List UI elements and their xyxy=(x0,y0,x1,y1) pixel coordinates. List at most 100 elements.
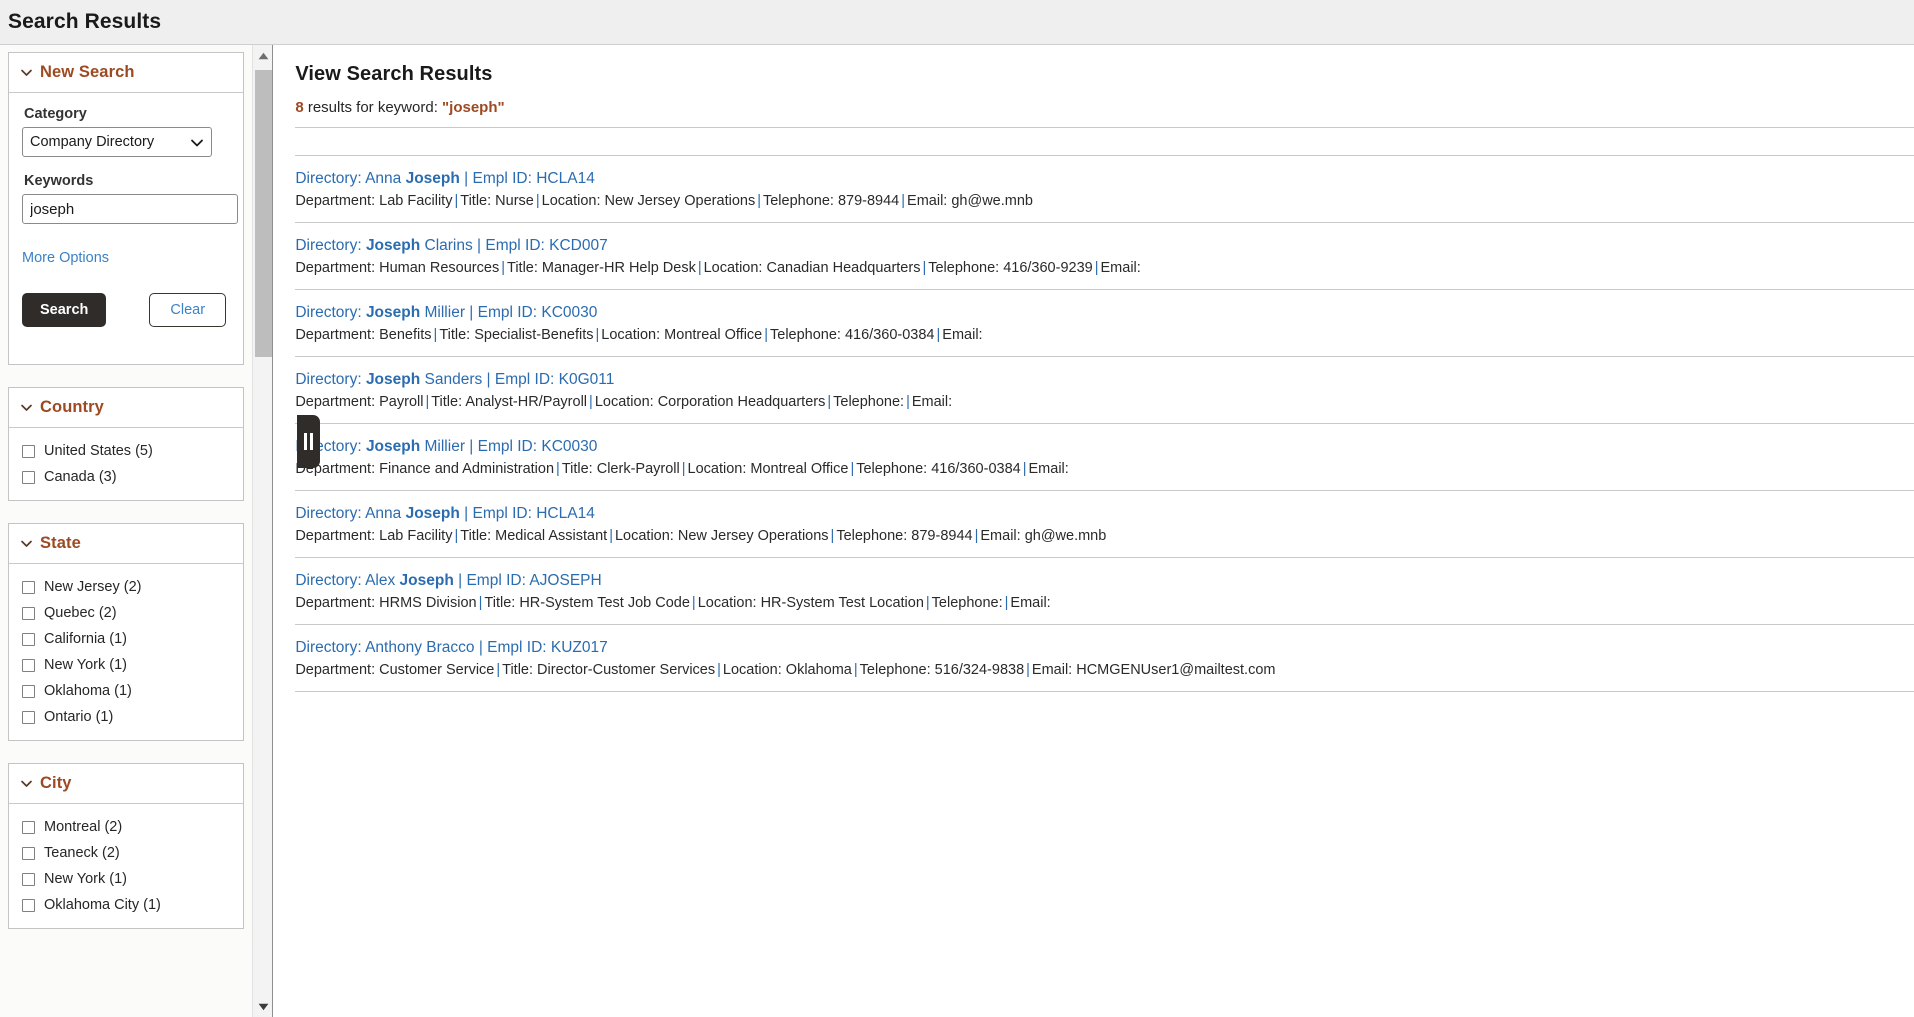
result-meta-field: Location: Montreal Office xyxy=(687,461,849,477)
result-meta: Department: Lab Facility | Title: Medical … xyxy=(295,528,1914,544)
result-prefix: Directory: xyxy=(295,237,366,254)
result-meta-field: Telephone: 416/360-0384 xyxy=(856,461,1021,477)
result-title-link[interactable]: Directory: Anna Joseph | Empl ID: HCLA14 xyxy=(295,170,1914,188)
sidebar-scrollbar[interactable] xyxy=(252,45,274,1017)
facet-option[interactable]: New York (1) xyxy=(22,652,230,678)
keywords-label: Keywords xyxy=(24,173,94,189)
keyword-match: Joseph xyxy=(405,170,460,187)
facet-option[interactable]: Oklahoma (1) xyxy=(22,678,230,704)
window-titlebar: Search Results xyxy=(0,0,1914,45)
new-search-header[interactable]: New Search xyxy=(9,53,244,93)
page-title: Search Results xyxy=(8,10,162,33)
chevron-down-icon xyxy=(20,66,33,79)
result-title-link[interactable]: Directory: Joseph Sanders | Empl ID: K0G… xyxy=(295,371,1914,389)
result-meta-field: Department: Lab Facility xyxy=(295,528,453,544)
keywords-input[interactable] xyxy=(22,194,238,224)
result-meta: Department: Lab Facility | Title: Nurse | Lo… xyxy=(295,193,1914,209)
result-emplid-label: | Empl ID: xyxy=(474,639,551,656)
facet-title: City xyxy=(40,774,72,792)
result-meta-field: Location: Oklahoma xyxy=(722,662,852,678)
result-row: Directory: Joseph Millier | Empl ID: KC0… xyxy=(295,290,1914,357)
result-meta: Department: Customer Service | Title: Dire… xyxy=(295,662,1914,678)
result-title-link[interactable]: Directory: Anthony Bracco | Empl ID: KUZ… xyxy=(295,639,1914,657)
result-meta-field: Title: Specialist-Benefits xyxy=(439,327,594,343)
facet-option[interactable]: Montreal (2) xyxy=(22,814,230,840)
result-meta-field: Title: Manager-HR Help Desk xyxy=(507,260,696,276)
result-row: Directory: Anthony Bracco | Empl ID: KUZ… xyxy=(295,625,1914,692)
result-emplid-label: | Empl ID: xyxy=(464,438,542,455)
facet-option[interactable]: Quebec (2) xyxy=(22,600,230,626)
facet-option[interactable]: California (1) xyxy=(22,626,230,652)
facet-header-country[interactable]: Country xyxy=(9,388,244,428)
more-options-link[interactable]: More Options xyxy=(22,250,109,266)
facet-option[interactable]: Oklahoma City (1) xyxy=(22,892,230,918)
facet-sidebar: New Search Category Company Directory Ke… xyxy=(0,45,253,1017)
keyword-match: Joseph xyxy=(365,438,421,455)
checkbox[interactable] xyxy=(22,684,35,698)
search-button[interactable]: Search xyxy=(22,293,107,327)
facet-option[interactable]: New York (1) xyxy=(22,866,230,892)
result-meta-field: Email: xyxy=(911,394,953,410)
result-meta-field: Department: HRMS Division xyxy=(295,595,477,611)
meta-separator: | xyxy=(589,394,593,410)
facet-body: Montreal (2) Teaneck (2) New York (1) Oklah… xyxy=(9,804,243,928)
category-select[interactable]: Company Directory xyxy=(22,127,212,157)
result-prefix: Directory: xyxy=(295,304,366,321)
meta-separator: | xyxy=(1094,260,1099,276)
clear-button[interactable]: Clear xyxy=(149,293,227,327)
facet-option[interactable]: Teaneck (2) xyxy=(22,840,230,866)
checkbox[interactable] xyxy=(22,846,35,860)
result-title-link[interactable]: Directory: Joseph Millier | Empl ID: KC0… xyxy=(295,304,1914,322)
result-title-link[interactable]: Directory: Joseph Clarins | Empl ID: KCD… xyxy=(295,237,1914,255)
facet-option-label: New Jersey (2) xyxy=(44,579,142,595)
checkbox[interactable] xyxy=(22,606,35,620)
collapse-panel-handle[interactable] xyxy=(297,415,320,468)
result-emplid: KC0030 xyxy=(541,304,598,321)
facet-group-list: Country United States (5) Canada (3) State N… xyxy=(8,387,245,929)
result-prefix: Directory: xyxy=(295,371,366,388)
keyword-match: Joseph xyxy=(365,304,421,321)
result-meta-field: Telephone: 879-8944 xyxy=(836,528,973,544)
result-meta-field: Department: Benefits xyxy=(295,327,432,343)
facet-option-label: California (1) xyxy=(44,631,127,647)
result-title-link[interactable]: Directory: Anna Joseph | Empl ID: HCLA14 xyxy=(295,505,1914,523)
result-title-link[interactable]: Directory: Joseph Millier | Empl ID: KC0… xyxy=(295,438,1914,456)
facet-header-city[interactable]: City xyxy=(9,764,244,804)
checkbox[interactable] xyxy=(22,444,35,458)
facet-option[interactable]: Canada (3) xyxy=(22,464,230,490)
checkbox[interactable] xyxy=(22,820,35,834)
sidebar-scroll-thumb[interactable] xyxy=(255,70,273,357)
checkbox[interactable] xyxy=(22,658,35,672)
new-search-panel: New Search Category Company Directory Ke… xyxy=(8,52,245,365)
result-meta-field: Department: Human Resources xyxy=(295,260,500,276)
facet-group-city: City Montreal (2) Teaneck (2) New York (1) O… xyxy=(8,763,245,929)
scroll-down-arrow[interactable] xyxy=(253,996,274,1017)
checkbox[interactable] xyxy=(22,580,35,594)
checkbox[interactable] xyxy=(22,872,35,886)
result-meta-field: Location: New Jersey Operations xyxy=(614,528,829,544)
meta-separator: | xyxy=(901,193,906,209)
meta-separator: | xyxy=(906,394,910,410)
checkbox[interactable] xyxy=(22,898,35,912)
page-shell: New Search Category Company Directory Ke… xyxy=(0,45,1914,1017)
results-heading: View Search Results xyxy=(295,63,493,85)
facet-option[interactable]: Ontario (1) xyxy=(22,704,230,730)
result-meta-field: Telephone: 879-8944 xyxy=(762,193,900,209)
facet-title: State xyxy=(40,534,81,552)
result-title-link[interactable]: Directory: Alex Joseph | Empl ID: AJOSEP… xyxy=(295,572,1914,590)
result-meta-field: Telephone: 516/324-9838 xyxy=(859,662,1025,678)
checkbox[interactable] xyxy=(22,470,35,484)
facet-option[interactable]: United States (5) xyxy=(22,438,230,464)
facet-option[interactable]: New Jersey (2) xyxy=(22,574,230,600)
checkbox[interactable] xyxy=(22,632,35,646)
result-meta-field: Telephone: 416/360-9239 xyxy=(928,260,1093,276)
meta-separator: | xyxy=(501,260,505,276)
facet-header-state[interactable]: State xyxy=(9,524,244,564)
checkbox[interactable] xyxy=(22,710,35,724)
meta-separator: | xyxy=(1026,662,1030,678)
facet-option-label: Montreal (2) xyxy=(44,819,123,835)
result-meta-field: Location: New Jersey Operations xyxy=(541,193,756,209)
facet-body: New Jersey (2) Quebec (2) California (1) Ne… xyxy=(9,564,243,740)
scroll-up-arrow[interactable] xyxy=(253,45,274,66)
result-emplid: KCD007 xyxy=(549,237,608,254)
